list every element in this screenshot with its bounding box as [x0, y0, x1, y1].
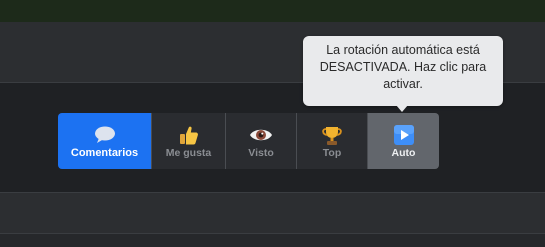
- speech-bubble-icon: [93, 124, 117, 146]
- thumbs-up-icon: [178, 124, 200, 146]
- auto-rotation-tooltip: La rotación automática está DESACTIVADA.…: [303, 36, 503, 106]
- auto-label: Auto: [391, 146, 416, 159]
- view-mode-toolbar: Comentarios Me gusta Visto Top Auto: [58, 113, 439, 169]
- likes-label: Me gusta: [165, 146, 212, 159]
- trophy-icon: [321, 124, 343, 146]
- lower-panel: [0, 192, 545, 233]
- viewed-button[interactable]: Visto: [225, 113, 296, 169]
- auto-rotate-button[interactable]: Auto: [367, 113, 439, 169]
- tooltip-text: La rotación automática está DESACTIVADA.…: [319, 43, 487, 91]
- top-label: Top: [322, 146, 342, 159]
- comments-button[interactable]: Comentarios: [58, 113, 151, 169]
- eye-icon: [249, 124, 273, 146]
- likes-button[interactable]: Me gusta: [151, 113, 225, 169]
- top-button[interactable]: Top: [296, 113, 367, 169]
- viewed-label: Visto: [248, 146, 274, 159]
- bottom-panel: [0, 233, 545, 247]
- tooltip-arrow: [396, 105, 408, 112]
- top-strip: [0, 0, 545, 22]
- comments-label: Comentarios: [70, 146, 139, 159]
- play-button-icon: [393, 124, 415, 146]
